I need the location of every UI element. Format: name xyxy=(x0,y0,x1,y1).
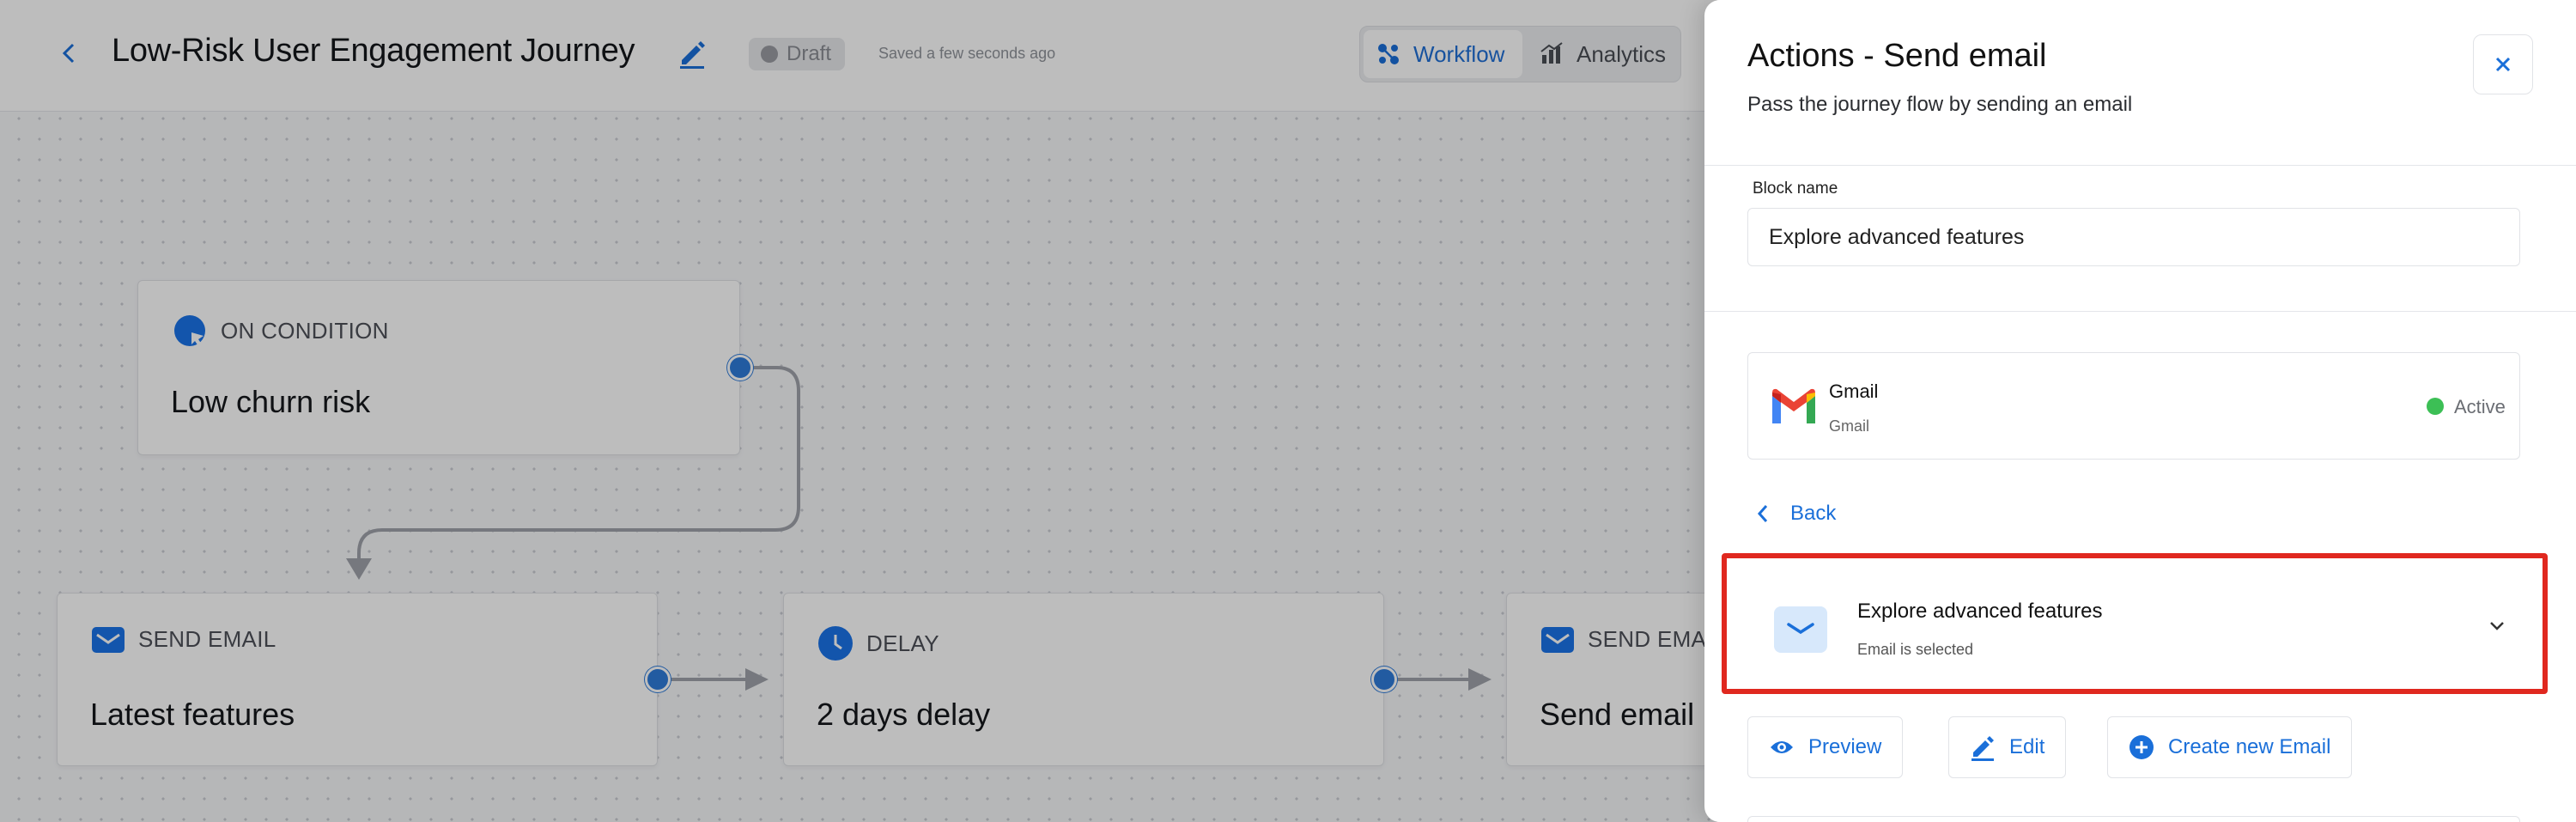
selected-email-dropdown[interactable]: Explore advanced features Email is selec… xyxy=(1722,553,2548,694)
divider xyxy=(1704,311,2576,312)
create-new-email-label: Create new Email xyxy=(2168,735,2331,758)
gmail-logo-icon xyxy=(1772,388,1815,423)
close-button[interactable] xyxy=(2473,34,2533,94)
modal-backdrop[interactable] xyxy=(0,0,1717,822)
drawer-subtitle: Pass the journey flow by sending an emai… xyxy=(1747,93,2133,116)
action-drawer: Actions - Send email Pass the journey fl… xyxy=(1704,0,2576,822)
chevron-down-icon[interactable] xyxy=(2482,612,2512,641)
back-button[interactable]: Back xyxy=(1756,502,1836,526)
provider-subtitle: Gmail xyxy=(1829,417,1870,435)
provider-status: Active xyxy=(2454,396,2506,417)
provider-name: Gmail xyxy=(1829,381,1879,402)
email-provider-card[interactable]: Gmail Gmail Active xyxy=(1747,352,2520,460)
plus-circle-icon xyxy=(2129,735,2154,759)
block-name-input[interactable]: Explore advanced features xyxy=(1747,208,2520,266)
active-status-dot xyxy=(2427,398,2444,415)
drawer-title: Actions - Send email xyxy=(1747,38,2047,74)
selected-email-title: Explore advanced features xyxy=(1857,600,2103,623)
next-section-card xyxy=(1747,816,2520,822)
preview-button[interactable]: Preview xyxy=(1747,716,1904,778)
divider xyxy=(1704,165,2576,166)
pencil-icon xyxy=(1971,736,1994,761)
block-name-label: Block name xyxy=(1753,180,1838,198)
close-icon xyxy=(2495,57,2511,72)
back-label: Back xyxy=(1790,502,1837,525)
create-new-email-button[interactable]: Create new Email xyxy=(2107,716,2353,778)
email-envelope-icon xyxy=(1774,606,1827,653)
chevron-left-icon xyxy=(1757,505,1768,522)
preview-label: Preview xyxy=(1808,735,1882,758)
eye-icon xyxy=(1771,741,1793,753)
edit-label: Edit xyxy=(2009,735,2045,758)
selected-email-status: Email is selected xyxy=(1857,641,1974,658)
edit-button[interactable]: Edit xyxy=(1948,716,2067,778)
